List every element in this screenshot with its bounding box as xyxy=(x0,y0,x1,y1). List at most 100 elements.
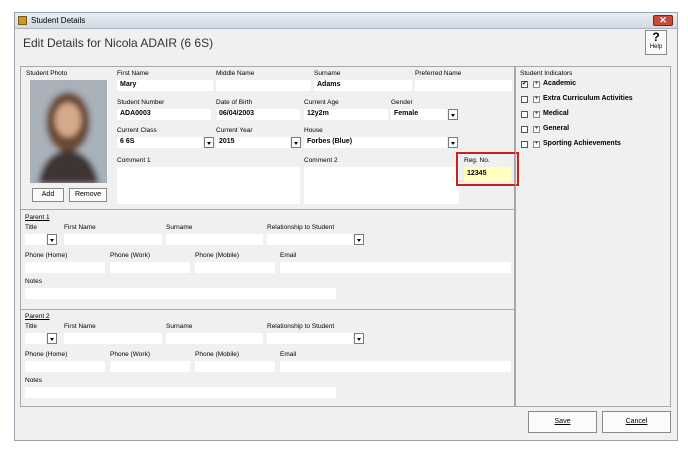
current-year-dropdown-icon[interactable] xyxy=(291,137,301,148)
indicator-checkbox[interactable] xyxy=(521,126,528,133)
parent1-phone-home-label: Phone (Home) xyxy=(25,252,68,259)
expand-icon[interactable]: + xyxy=(533,111,540,118)
parent2-phone-mobile-label: Phone (Mobile) xyxy=(195,351,240,358)
gender-select[interactable]: Female xyxy=(391,109,447,120)
gender-label: Gender xyxy=(391,99,413,106)
surname-label: Surname xyxy=(314,70,341,77)
parent1-relationship-dropdown-icon[interactable] xyxy=(354,234,364,245)
parent1-surname-label: Surname xyxy=(166,224,193,231)
cancel-button[interactable]: Cancel xyxy=(602,411,671,433)
indicator-label: General xyxy=(543,125,570,132)
current-year-label: Current Year xyxy=(216,127,253,134)
parent2-first-name-field[interactable] xyxy=(64,333,162,344)
expand-icon[interactable]: + xyxy=(533,126,540,133)
indicator-label: Sporting Achievements xyxy=(543,140,621,147)
divider xyxy=(21,309,514,310)
indicator-label: Academic xyxy=(543,80,577,87)
comment1-label: Comment 1 xyxy=(117,157,151,164)
save-button[interactable]: Save xyxy=(528,411,597,433)
current-class-dropdown-icon[interactable] xyxy=(204,137,214,148)
parent1-email-field[interactable] xyxy=(280,262,511,273)
parent2-surname-field[interactable] xyxy=(166,333,263,344)
first-name-field[interactable]: Mary xyxy=(117,80,213,91)
indicator-checkbox[interactable]: ✔ xyxy=(521,81,528,88)
parent2-heading: Parent 2 xyxy=(25,313,50,320)
comment2-label: Comment 2 xyxy=(304,157,338,164)
parent1-notes-label: Notes xyxy=(25,278,42,285)
indicator-checkbox[interactable] xyxy=(521,141,528,148)
parent1-phone-mobile-label: Phone (Mobile) xyxy=(195,252,240,259)
middle-name-field[interactable] xyxy=(216,80,311,91)
parent1-notes-field[interactable] xyxy=(25,288,336,299)
parent1-email-label: Email xyxy=(280,252,297,259)
indicator-checkbox[interactable] xyxy=(521,111,528,118)
parent2-title-label: Title xyxy=(25,323,38,330)
parent1-surname-field[interactable] xyxy=(166,234,263,245)
parent2-relationship-label: Relationship to Student xyxy=(267,323,335,330)
parent2-relationship-select[interactable] xyxy=(267,333,353,344)
current-year-select[interactable]: 2015 xyxy=(216,137,290,148)
indicator-checkbox[interactable] xyxy=(521,96,528,103)
reg-no-highlight xyxy=(456,152,519,186)
indicator-label: Medical xyxy=(543,110,569,117)
parent2-phone-home-field[interactable] xyxy=(25,361,105,372)
indicator-label: Extra Curriculum Activities xyxy=(543,95,633,102)
title-bar: Student Details ✕ xyxy=(15,13,677,29)
app-icon xyxy=(18,16,27,25)
parent1-first-name-field[interactable] xyxy=(64,234,162,245)
divider xyxy=(21,209,514,210)
parent1-relationship-label: Relationship to Student xyxy=(267,224,335,231)
student-number-field[interactable]: ADA0003 xyxy=(117,109,211,120)
first-name-label: First Name xyxy=(117,70,149,77)
parent2-phone-home-label: Phone (Home) xyxy=(25,351,68,358)
comment1-field[interactable] xyxy=(117,167,300,204)
student-photo xyxy=(30,80,107,183)
remove-photo-button[interactable]: Remove xyxy=(69,188,107,202)
gender-dropdown-icon[interactable] xyxy=(448,109,458,120)
expand-icon[interactable]: + xyxy=(533,96,540,103)
parent2-title-select[interactable] xyxy=(25,333,46,344)
current-age-label: Current Age xyxy=(304,99,339,106)
parent2-email-label: Email xyxy=(280,351,297,358)
parent1-title-label: Title xyxy=(25,224,38,231)
main-panel: Student Photo Add Remove First Name Midd… xyxy=(20,66,519,407)
parent2-title-dropdown-icon[interactable] xyxy=(47,333,57,344)
parent2-phone-mobile-field[interactable] xyxy=(195,361,275,372)
indicator-list: ✔ + Academic + Extra Curriculum Activiti… xyxy=(516,80,670,161)
parent1-phone-home-field[interactable] xyxy=(25,262,105,273)
parent1-title-dropdown-icon[interactable] xyxy=(47,234,57,245)
parent2-surname-label: Surname xyxy=(166,323,193,330)
parent1-phone-mobile-field[interactable] xyxy=(195,262,275,273)
parent2-phone-work-label: Phone (Work) xyxy=(110,351,150,358)
house-dropdown-icon[interactable] xyxy=(448,137,458,148)
current-class-label: Current Class xyxy=(117,127,157,134)
parent1-phone-work-label: Phone (Work) xyxy=(110,252,150,259)
parent2-notes-field[interactable] xyxy=(25,387,336,398)
date-of-birth-label: Date of Birth xyxy=(216,99,253,106)
student-details-window: Student Details ✕ Edit Details for Nicol… xyxy=(14,12,678,441)
parent2-relationship-dropdown-icon[interactable] xyxy=(354,333,364,344)
window-title: Student Details xyxy=(31,16,86,25)
house-select[interactable]: Forbes (Blue) xyxy=(304,137,447,148)
parent2-phone-work-field[interactable] xyxy=(110,361,190,372)
parent2-email-field[interactable] xyxy=(280,361,511,372)
add-photo-button[interactable]: Add xyxy=(32,188,64,202)
student-indicators-panel: Student Indicators ✔ + Academic + Extra … xyxy=(515,66,671,407)
date-of-birth-field[interactable]: 06/04/2003 xyxy=(216,109,300,120)
parent1-first-name-label: First Name xyxy=(64,224,96,231)
student-number-label: Student Number xyxy=(117,99,165,106)
help-button[interactable]: ? Help xyxy=(645,30,667,55)
expand-icon[interactable]: + xyxy=(533,141,540,148)
surname-field[interactable]: Adams xyxy=(314,80,412,91)
parent2-first-name-label: First Name xyxy=(64,323,96,330)
preferred-name-field[interactable] xyxy=(415,80,512,91)
page-title: Edit Details for Nicola ADAIR (6 6S) xyxy=(23,36,214,50)
comment2-field[interactable] xyxy=(304,167,459,204)
close-icon[interactable]: ✕ xyxy=(653,15,673,26)
current-class-select[interactable]: 6 6S xyxy=(117,137,203,148)
expand-icon[interactable]: + xyxy=(533,81,540,88)
parent1-heading: Parent 1 xyxy=(25,214,50,221)
parent1-phone-work-field[interactable] xyxy=(110,262,190,273)
parent1-title-select[interactable] xyxy=(25,234,46,245)
parent1-relationship-select[interactable] xyxy=(267,234,353,245)
